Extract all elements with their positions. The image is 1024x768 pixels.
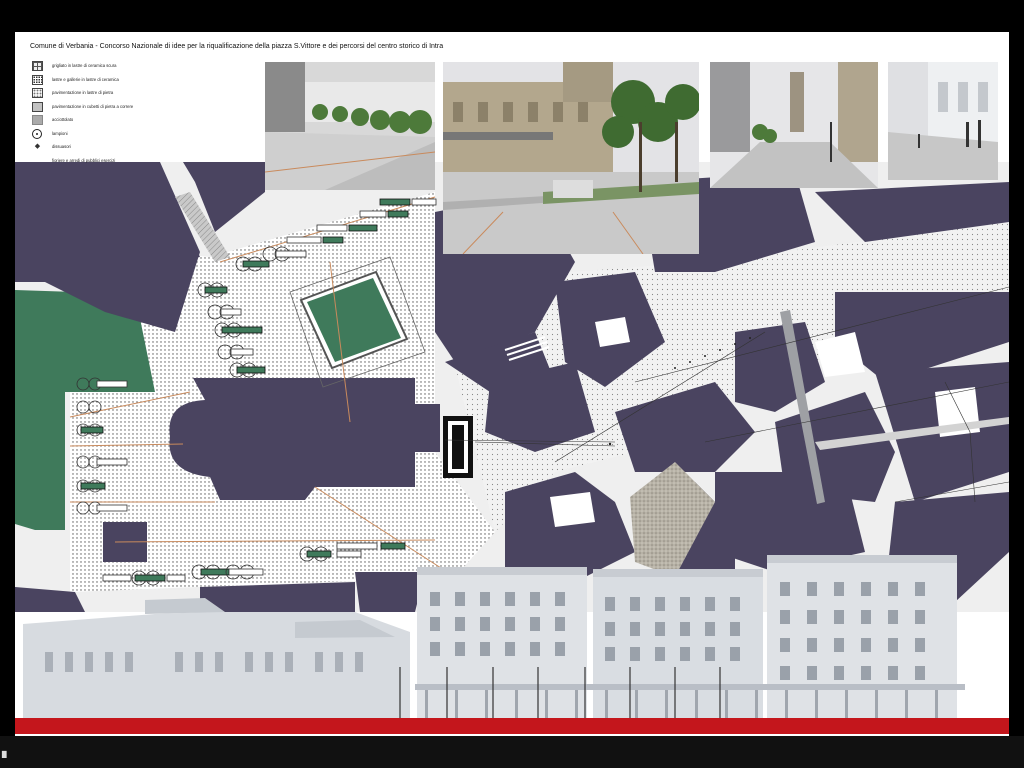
taskbar: ▖ [0,736,1024,768]
legend-label: pavimentazione in cubetti di pietra a co… [52,103,134,109]
legend-item: grigliato in lastre di ceramica scura [30,61,265,73]
lamp-icon: ◆ [34,143,41,150]
legend-label: lampioni [52,130,68,136]
tree-icon [32,128,42,139]
legend: grigliato in lastre di ceramica scura la… [30,61,265,169]
legend-label: dissuasori [52,144,71,149]
legend-item: acciottolato [30,115,265,127]
legend-item: fioriere e arredi di pubblici esercizi [30,156,265,168]
legend-item: lampioni [30,128,265,141]
legend-label: grigliato in lastre di ceramica scura [52,63,117,68]
competition-board: Comune di Verbania - Concorso Nazionale … [15,32,1009,736]
dotted-swatch-icon [32,101,43,112]
dotted-swatch-icon [32,74,43,85]
legend-label: pavimentazione in lastre di pietra [52,90,114,95]
asphalt-swatch-icon [32,115,43,125]
legend-item: ◆ dissuasori [30,142,265,154]
legend-item: pavimentazione in lastre di pietra [30,88,265,100]
ground-band [15,718,1009,734]
grid-swatch-icon [32,61,43,71]
dotted-swatch-icon [32,88,43,98]
cursor-icon[interactable]: ▖ [2,744,11,758]
legend-label: acciottolato [52,117,74,122]
legend-item: pavimentazione in cubetti di pietra a co… [30,101,265,114]
legend-label: fioriere e arredi di pubblici esercizi [52,157,116,163]
render-view-1 [265,62,435,190]
render-view-4 [888,62,998,180]
legend-label: lastre e gallerie in lastre di ceramica [52,76,119,82]
legend-item: lastre e gallerie in lastre di ceramica [30,74,265,87]
board-title: Comune di Verbania - Concorso Nazionale … [30,43,444,50]
render-view-3 [710,62,878,188]
render-view-2 [443,62,699,254]
